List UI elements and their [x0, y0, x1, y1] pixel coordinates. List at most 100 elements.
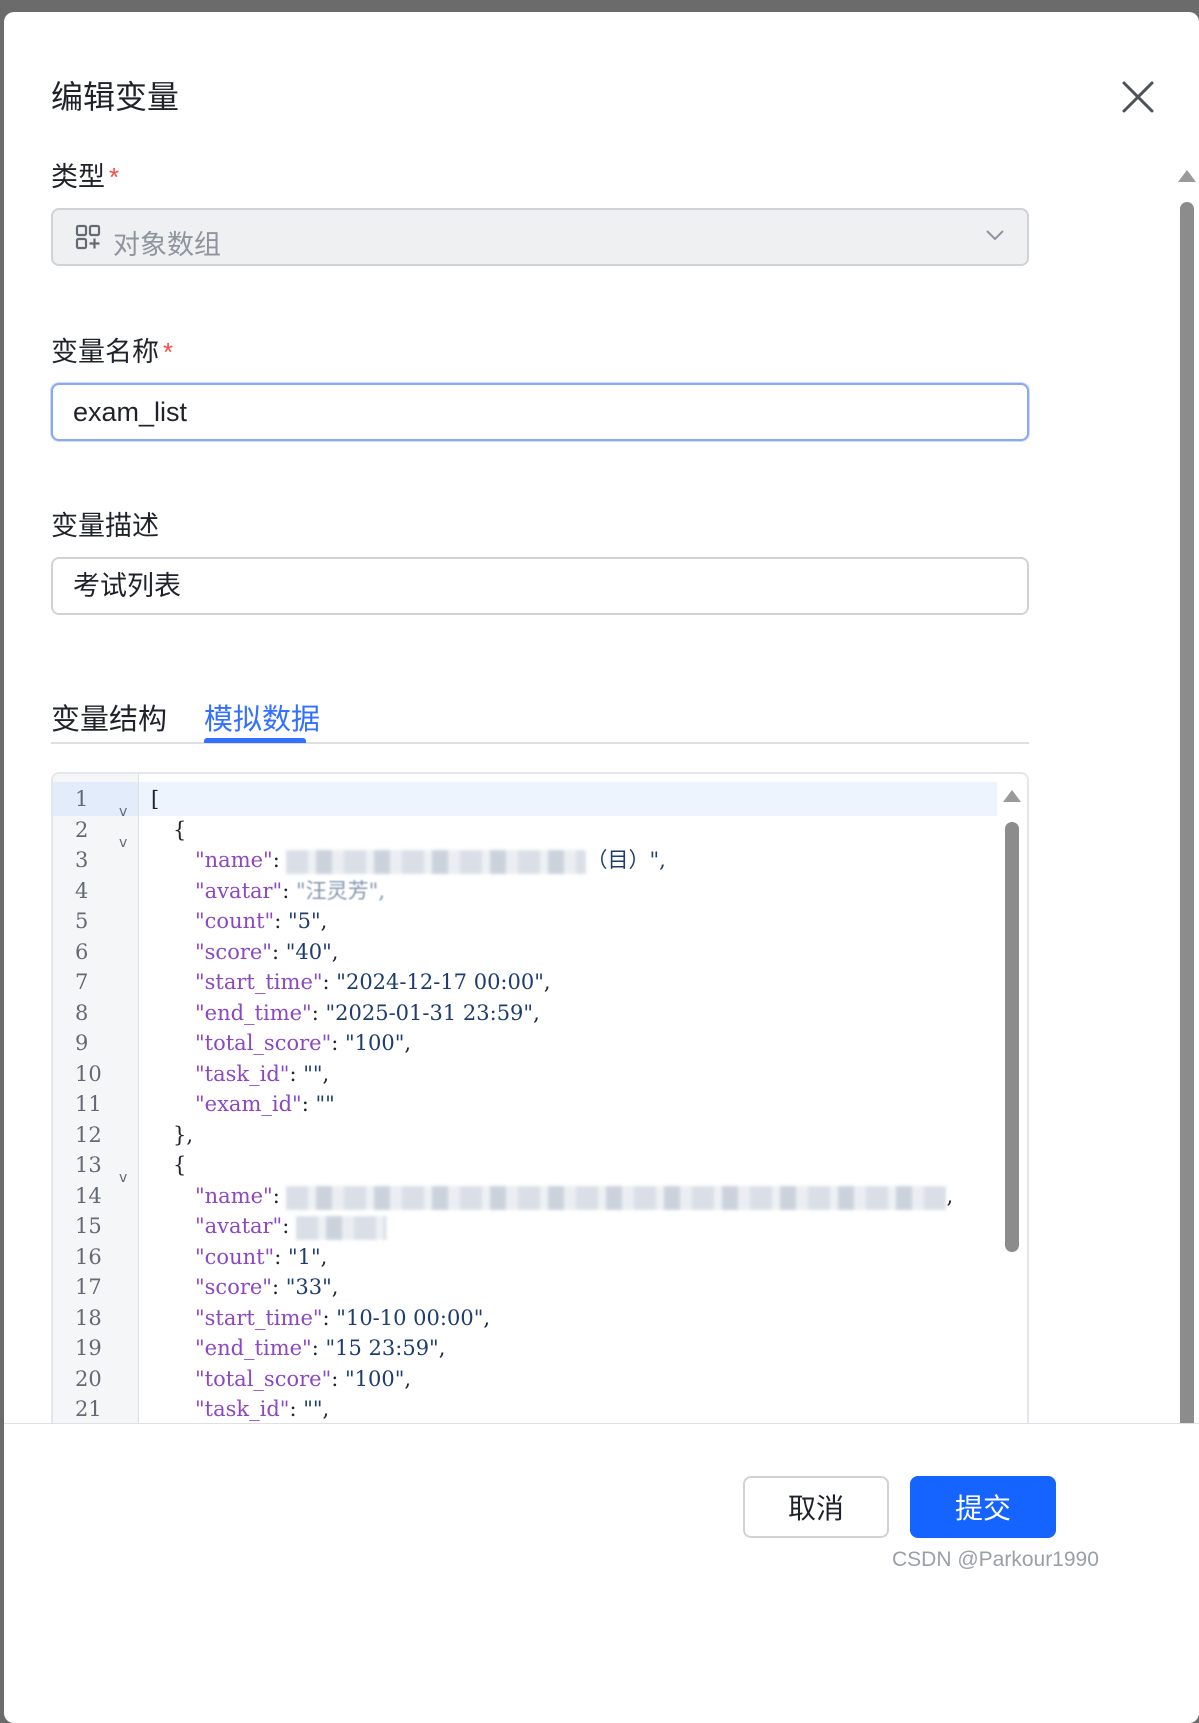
cancel-button[interactable]: 取消 [743, 1476, 889, 1538]
line-number: 2v [75, 813, 127, 851]
code-line: }, [173, 1123, 194, 1147]
type-label: 类型 * [51, 155, 119, 194]
fold-toggle-icon[interactable]: v [119, 1161, 127, 1195]
code-line: "name": , [195, 1184, 954, 1210]
line-number-text: 13 [75, 1153, 102, 1177]
variable-name-label-text: 变量名称 [51, 337, 159, 367]
line-number-text: 15 [75, 1214, 102, 1238]
code-line: "end_time": "2025-01-31 23:59", [195, 1001, 540, 1025]
line-number: 21 [75, 1392, 115, 1426]
code-line: "name": （目）", [195, 848, 666, 874]
code-line: "start_time": "2024-12-17 00:00", [195, 970, 551, 994]
type-select[interactable]: 对象数组 [51, 208, 1029, 266]
line-number-text: 19 [75, 1336, 102, 1360]
code-line: "total_score": "100", [195, 1367, 412, 1391]
edit-variable-dialog: 编辑变量 类型 * 对象数组 变量名称 * exam_list 变量描述 考试列表 … [4, 12, 1199, 1723]
line-number: 10 [75, 1057, 115, 1091]
line-number: 6 [75, 935, 115, 969]
code-line: "exam_id": "" [195, 1092, 335, 1116]
line-number-text: 16 [75, 1245, 102, 1269]
variable-name-label: 变量名称 * [51, 330, 173, 369]
json-code-editor[interactable]: 1 v 2 v 3 4 5 6 7 8 9 10 11 12 13 v 14 15 16 17 18 19 20 21 [ {… [51, 772, 1029, 1488]
line-number: 12 [75, 1118, 115, 1152]
line-number-text: 14 [75, 1184, 102, 1208]
editor-scrollbar-thumb[interactable] [1005, 822, 1019, 1252]
line-number: 20 [75, 1362, 115, 1396]
code-line: "avatar": [195, 1209, 386, 1243]
line-number: 9 [75, 1026, 115, 1060]
code-content[interactable]: [ { "name": （目）", "avatar": "汪灵芳", "coun… [139, 774, 997, 1486]
required-mark: * [163, 337, 174, 367]
scroll-up-arrow-icon[interactable] [1003, 790, 1021, 802]
line-number-text: 17 [75, 1275, 102, 1299]
editor-scrollbar[interactable] [997, 774, 1027, 1486]
line-number: 16 [75, 1240, 115, 1274]
code-line: "count": "5", [195, 909, 328, 933]
variable-description-label: 变量描述 [51, 511, 159, 541]
line-number: 7 [75, 965, 115, 999]
line-number: 15 [75, 1209, 115, 1243]
tab-bar: 变量结构 模拟数据 [51, 684, 1029, 744]
line-number: 13 v [75, 1148, 127, 1186]
submit-button[interactable]: 提交 [910, 1476, 1056, 1538]
watermark: CSDN @Parkour1990 [892, 1548, 1099, 1571]
tab-variable-structure[interactable]: 变量结构 [51, 696, 167, 738]
line-number-text: 6 [75, 940, 89, 964]
line-number-text: 9 [75, 1031, 89, 1055]
redacted-text [286, 1185, 947, 1210]
line-number: 4 [75, 874, 115, 908]
fold-toggle-icon[interactable]: v [119, 826, 127, 860]
dialog-footer: 取消 提交 CSDN @Parkour1990 [4, 1423, 1199, 1571]
line-number-text: 8 [75, 1001, 89, 1025]
dialog-scrollbar[interactable] [1174, 160, 1199, 1565]
fold-toggle-icon[interactable]: v [119, 795, 127, 829]
line-number-text: 7 [75, 970, 89, 994]
line-number-text: 2 [75, 818, 89, 842]
line-number: 17 [75, 1270, 115, 1304]
chevron-down-icon [986, 230, 1004, 241]
scroll-up-arrow-icon[interactable] [1178, 170, 1196, 182]
dialog-scrollbar-thumb[interactable] [1180, 202, 1194, 1482]
line-number-text: 10 [75, 1062, 102, 1086]
line-number-text: 1 [75, 787, 89, 811]
line-number-text: 5 [75, 909, 89, 933]
redacted-text [296, 1215, 386, 1240]
line-number: 11 [75, 1087, 115, 1121]
line-number: 19 [75, 1331, 115, 1365]
code-line: "count": "1", [195, 1245, 328, 1269]
code-line: "task_id": "", [195, 1397, 330, 1421]
line-number: 8 [75, 996, 115, 1030]
line-number-text: 3 [75, 848, 89, 872]
line-number-text: 11 [75, 1092, 102, 1116]
code-line: "score": "33", [195, 1275, 339, 1299]
line-number: 3 [75, 843, 115, 877]
code-line: { [173, 818, 187, 842]
line-number-text: 12 [75, 1123, 102, 1147]
line-number: 18 [75, 1301, 115, 1335]
object-array-icon [75, 224, 101, 250]
line-number: 14 [75, 1179, 115, 1213]
active-line-highlight [139, 782, 997, 816]
line-number-text: 18 [75, 1306, 102, 1330]
type-label-text: 类型 [51, 162, 105, 192]
active-tab-indicator [204, 738, 306, 743]
line-number: 1v [75, 782, 127, 820]
code-line: "score": "40", [195, 940, 339, 964]
line-number-text: 21 [75, 1397, 102, 1421]
type-select-value: 对象数组 [113, 230, 221, 260]
required-mark: * [109, 162, 120, 192]
line-number-text: 4 [75, 879, 89, 903]
redacted-text [286, 849, 587, 874]
code-line: "total_score": "100", [195, 1031, 412, 1055]
code-line: "start_time": "10-10 00:00", [195, 1306, 491, 1330]
line-number-gutter: 1 v 2 v 3 4 5 6 7 8 9 10 11 12 13 v 14 15 16 17 18 19 20 21 [53, 774, 139, 1486]
code-line: { [173, 1153, 187, 1177]
line-number: 5 [75, 904, 115, 938]
variable-name-input[interactable]: exam_list [51, 383, 1029, 441]
tab-mock-data[interactable]: 模拟数据 [204, 696, 320, 738]
dialog-title: 编辑变量 [51, 79, 180, 115]
close-icon [1122, 81, 1154, 113]
code-line: "task_id": "", [195, 1062, 330, 1086]
variable-description-input[interactable]: 考试列表 [51, 557, 1029, 615]
close-button[interactable] [1109, 68, 1167, 126]
